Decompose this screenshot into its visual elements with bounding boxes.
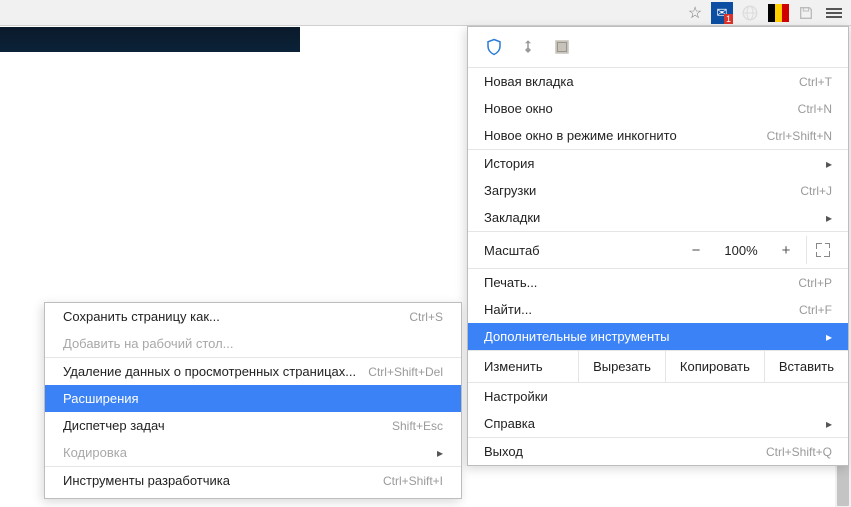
chevron-right-icon: ▸ [437, 446, 443, 460]
chrome-menu-icon[interactable] [823, 2, 845, 24]
zoom-out-button[interactable]: − [676, 242, 716, 259]
menu-label: Загрузки [484, 183, 536, 198]
menu-label: Закладки [484, 210, 540, 225]
menu-label: Справка [484, 416, 535, 431]
menu-shortcut: Ctrl+Shift+N [767, 129, 832, 143]
submenu-add-to-desktop: Добавить на рабочий стол... [45, 330, 461, 357]
menu-label: Дополнительные инструменты [484, 329, 670, 344]
submenu-label: Удаление данных о просмотренных страница… [63, 364, 356, 379]
submenu-clear-data[interactable]: Удаление данных о просмотренных страница… [45, 358, 461, 385]
menu-settings[interactable]: Настройки [468, 383, 848, 410]
shield-icon[interactable] [484, 37, 504, 57]
fullscreen-button[interactable] [806, 236, 838, 264]
extension-icon-2[interactable] [739, 2, 761, 24]
menu-label: Настройки [484, 389, 548, 404]
submenu-label: Диспетчер задач [63, 418, 165, 433]
submenu-label: Добавить на рабочий стол... [63, 336, 234, 351]
menu-bookmarks[interactable]: Закладки ▸ [468, 204, 848, 231]
menu-exit[interactable]: Выход Ctrl+Shift+Q [468, 438, 848, 465]
menu-incognito[interactable]: Новое окно в режиме инкогнито Ctrl+Shift… [468, 122, 848, 149]
submenu-shortcut: Shift+Esc [392, 419, 443, 433]
submenu-label: Инструменты разработчика [63, 473, 230, 488]
menu-label: Новая вкладка [484, 74, 574, 89]
menu-zoom-row: Масштаб − 100% + [468, 232, 848, 268]
menu-top-icons [468, 27, 848, 67]
menu-label: Новое окно [484, 101, 553, 116]
submenu-shortcut: Ctrl+Shift+Del [368, 365, 443, 379]
browser-toolbar: ☆ ✉1 [0, 0, 851, 26]
submenu-shortcut: Ctrl+Shift+I [383, 474, 443, 488]
chevron-right-icon: ▸ [826, 417, 832, 431]
more-tools-submenu: Сохранить страницу как... Ctrl+S Добавит… [44, 302, 462, 499]
menu-help[interactable]: Справка ▸ [468, 410, 848, 437]
pdf-icon[interactable] [518, 37, 538, 57]
submenu-save-page[interactable]: Сохранить страницу как... Ctrl+S [45, 303, 461, 330]
chevron-right-icon: ▸ [826, 211, 832, 225]
edit-copy[interactable]: Копировать [665, 351, 764, 382]
zoom-in-button[interactable]: + [766, 242, 806, 259]
zoom-label: Масштаб [484, 243, 676, 258]
submenu-label: Кодировка [63, 445, 127, 460]
menu-shortcut: Ctrl+Shift+Q [766, 445, 832, 459]
fullscreen-icon [816, 243, 830, 257]
app-icon[interactable] [552, 37, 572, 57]
submenu-extensions[interactable]: Расширения [45, 385, 461, 412]
page-background [0, 27, 300, 52]
edit-paste[interactable]: Вставить [764, 351, 848, 382]
menu-edit-row: Изменить Вырезать Копировать Вставить [468, 351, 848, 382]
submenu-encoding[interactable]: Кодировка ▸ [45, 439, 461, 466]
chevron-right-icon: ▸ [826, 157, 832, 171]
menu-label: Печать... [484, 275, 537, 290]
chrome-main-menu: Новая вкладка Ctrl+T Новое окно Ctrl+N Н… [467, 26, 849, 466]
mail-extension-icon[interactable]: ✉1 [711, 2, 733, 24]
menu-shortcut: Ctrl+N [798, 102, 832, 116]
menu-history[interactable]: История ▸ [468, 150, 848, 177]
menu-find[interactable]: Найти... Ctrl+F [468, 296, 848, 323]
submenu-task-manager[interactable]: Диспетчер задач Shift+Esc [45, 412, 461, 439]
submenu-label: Сохранить страницу как... [63, 309, 220, 324]
mail-badge: 1 [724, 14, 733, 24]
menu-label: Найти... [484, 302, 532, 317]
menu-print[interactable]: Печать... Ctrl+P [468, 269, 848, 296]
submenu-devtools[interactable]: Инструменты разработчика Ctrl+Shift+I [45, 467, 461, 494]
edit-cut[interactable]: Вырезать [578, 351, 665, 382]
menu-label: Выход [484, 444, 523, 459]
menu-label: Новое окно в режиме инкогнито [484, 128, 677, 143]
menu-new-window[interactable]: Новое окно Ctrl+N [468, 95, 848, 122]
bookmark-star-icon[interactable]: ☆ [685, 3, 705, 23]
menu-shortcut: Ctrl+F [799, 303, 832, 317]
extension-icon-3[interactable] [767, 2, 789, 24]
menu-downloads[interactable]: Загрузки Ctrl+J [468, 177, 848, 204]
menu-new-tab[interactable]: Новая вкладка Ctrl+T [468, 68, 848, 95]
menu-shortcut: Ctrl+T [799, 75, 832, 89]
edit-label: Изменить [468, 351, 559, 382]
menu-more-tools[interactable]: Дополнительные инструменты ▸ [468, 323, 848, 350]
chevron-right-icon: ▸ [826, 330, 832, 344]
zoom-value: 100% [716, 243, 766, 258]
menu-label: История [484, 156, 534, 171]
menu-shortcut: Ctrl+J [800, 184, 832, 198]
menu-shortcut: Ctrl+P [798, 276, 832, 290]
submenu-shortcut: Ctrl+S [409, 310, 443, 324]
submenu-label: Расширения [63, 391, 139, 406]
extension-icon-4[interactable] [795, 2, 817, 24]
